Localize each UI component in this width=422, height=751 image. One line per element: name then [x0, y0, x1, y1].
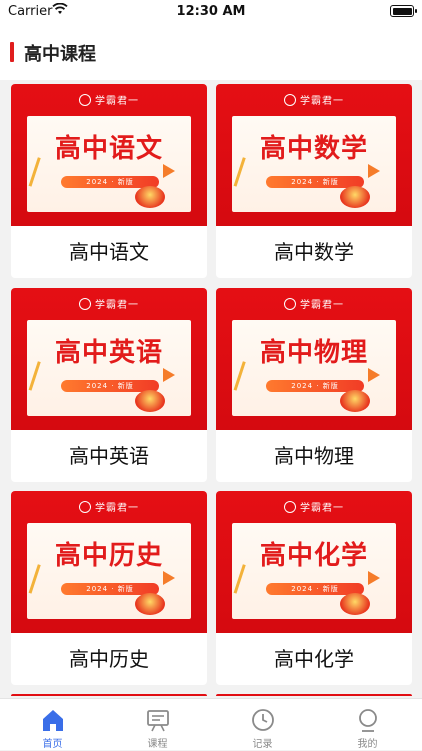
course-thumbnail: 学霸君一 高中化学 2024 · 新版: [216, 491, 412, 633]
board-icon: [147, 710, 169, 732]
thumbnail-title: 高中语文: [54, 134, 163, 164]
page-header: 高中课程: [0, 24, 422, 80]
course-thumbnail: 学霸君一 高中历史 2024 · 新版: [11, 491, 207, 633]
tab-label: 课程: [147, 739, 168, 750]
tab-label: 首页: [42, 739, 63, 750]
status-bar: Carrier 12:30 AM: [0, 0, 422, 24]
course-label: 高中数学: [274, 240, 354, 264]
brand-logo: 学霸君一: [11, 499, 207, 514]
course-card-history[interactable]: 学霸君一 高中历史 2024 · 新版 高中历史: [11, 491, 207, 685]
thumbnail-title: 高中数学: [259, 134, 368, 164]
course-card-math[interactable]: 学霸君一 高中数学 2024 · 新版 高中数学: [216, 84, 412, 278]
clock-icon: [252, 709, 274, 731]
course-label: 高中语文: [69, 240, 149, 264]
person-icon: [359, 709, 377, 732]
course-thumbnail: 学霸君一 高中英语 2024 · 新版: [11, 288, 207, 430]
tab-records[interactable]: 记录: [210, 699, 315, 751]
course-label: 高中物理: [274, 444, 354, 468]
course-label: 高中历史: [69, 647, 149, 671]
brand-logo: 学霸君一: [216, 92, 412, 107]
tab-label: 我的: [357, 739, 378, 750]
course-card-physics[interactable]: 学霸君一 高中物理 2024 · 新版 高中物理: [216, 288, 412, 482]
course-card-partial[interactable]: [11, 694, 207, 696]
course-label: 高中英语: [69, 444, 149, 468]
course-thumbnail: 学霸君一 高中数学 2024 · 新版: [216, 84, 412, 226]
page-title: 高中课程: [24, 44, 96, 65]
course-grid: 学霸君一 高中语文 2024 · 新版 高中语文 学霸君一 高中数学 2024 …: [0, 80, 422, 696]
brand-logo: 学霸君一: [216, 499, 412, 514]
thumbnail-title: 高中历史: [54, 541, 163, 571]
course-card-english[interactable]: 学霸君一 高中英语 2024 · 新版 高中英语: [11, 288, 207, 482]
course-card-chinese[interactable]: 学霸君一 高中语文 2024 · 新版 高中语文: [11, 84, 207, 278]
brand-logo: 学霸君一: [216, 296, 412, 311]
course-thumbnail: 学霸君一 高中语文 2024 · 新版: [11, 84, 207, 226]
tab-label: 记录: [252, 739, 273, 750]
thumbnail-title: 高中物理: [259, 338, 368, 368]
course-card-partial[interactable]: [216, 694, 412, 696]
title-accent-bar: [10, 42, 14, 62]
battery-icon: [390, 5, 417, 17]
course-label: 高中化学: [274, 647, 354, 671]
course-card-chemistry[interactable]: 学霸君一 高中化学 2024 · 新版 高中化学: [216, 491, 412, 685]
course-thumbnail: 学霸君一 高中物理 2024 · 新版: [216, 288, 412, 430]
brand-logo: 学霸君一: [11, 296, 207, 311]
tab-bar: 首页 课程 记录 我的: [0, 698, 422, 750]
home-icon: [43, 710, 63, 731]
tab-mine[interactable]: 我的: [315, 699, 420, 751]
tab-home[interactable]: 首页: [0, 699, 105, 751]
brand-logo: 学霸君一: [11, 92, 207, 107]
thumbnail-title: 高中英语: [54, 338, 163, 368]
tab-courses[interactable]: 课程: [105, 699, 210, 751]
thumbnail-title: 高中化学: [259, 541, 368, 571]
clock-time: 12:30 AM: [176, 4, 246, 19]
